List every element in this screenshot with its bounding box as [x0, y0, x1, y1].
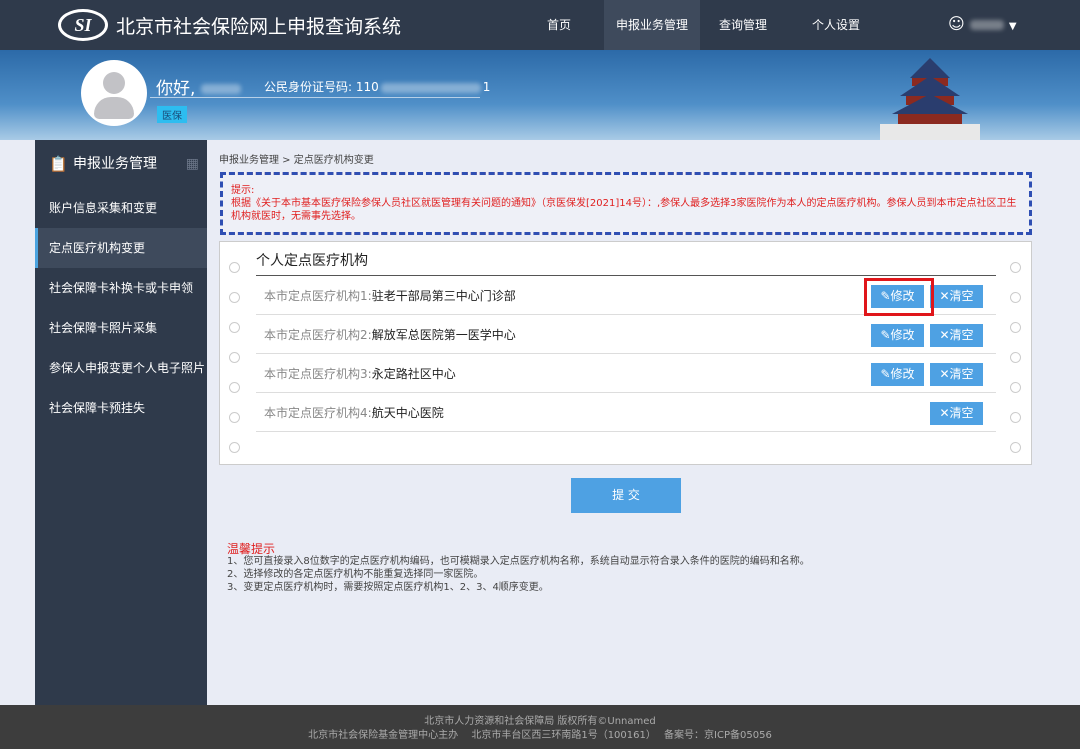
radio-deco [1010, 292, 1021, 303]
sidebar-title: 申报业务管理 [73, 156, 157, 172]
notice-text: 根据《关于本市基本医疗保险参保人员社区就医管理有关问题的通知》（京医保发[202… [231, 198, 1017, 222]
avatar [81, 60, 147, 126]
hospital-row: 本市定点医疗机构4:航天中心医院 ✕清空 [256, 394, 996, 432]
radio-deco [1010, 352, 1021, 363]
user-icon: ☺ [948, 14, 965, 33]
radio-deco [1010, 322, 1021, 333]
radio-deco [1010, 262, 1021, 273]
radio-deco [229, 262, 240, 273]
temple-of-heaven-image [880, 58, 980, 140]
tip-item: 3、变更定点医疗机构时，需要按照定点医疗机构1、2、3、4顺序变更。 [227, 582, 549, 593]
card-title: 个人定点医疗机构 [256, 253, 368, 269]
insurance-tag: 医保 [157, 106, 187, 123]
radio-deco [229, 412, 240, 423]
footer-info: 北京市社会保险基金管理中心主办 北京市丰台区西三环南路1号（100161） 备案… [308, 730, 772, 741]
row-label: 本市定点医疗机构1: [264, 289, 372, 303]
sidebar-item-card-replacement[interactable]: 社会保障卡补换卡或卡申领 [35, 268, 207, 308]
row-value: 解放军总医院第一医学中心 [371, 328, 516, 342]
edit-button[interactable]: ✎修改 [871, 363, 924, 386]
app-title: 北京市社会保险网上申报查询系统 [116, 16, 402, 38]
radio-deco [229, 352, 240, 363]
notice-box: 提示: 根据《关于本市基本医疗保险参保人员社区就医管理有关问题的通知》（京医保发… [220, 172, 1032, 235]
hospital-row: 本市定点医疗机构2:解放军总医院第一医学中心 ✎修改 ✕清空 [256, 316, 996, 354]
top-header: SI 北京市社会保险网上申报查询系统 首页 申报业务管理 查询管理 个人设置 ☺… [0, 0, 1080, 50]
tip-item: 1、您可直接录入8位数字的定点医疗机构编码，也可模糊录入定点医疗机构名称，系统自… [227, 556, 810, 567]
sidebar-item-electronic-photo[interactable]: 参保人申报变更个人电子照片 [35, 348, 207, 388]
si-logo: SI [58, 9, 108, 41]
radio-deco [1010, 442, 1021, 453]
footer-copyright: 北京市人力资源和社会保障局 版权所有©Unnamed [424, 716, 656, 727]
row-label: 本市定点医疗机构2: [264, 328, 372, 342]
username-blurred [969, 19, 1004, 30]
greeting: 你好, [156, 74, 241, 99]
row-value: 航天中心医院 [371, 406, 444, 420]
nav-declaration[interactable]: 申报业务管理 [604, 0, 700, 50]
footer: 北京市人力资源和社会保障局 版权所有©Unnamed 北京市社会保险基金管理中心… [0, 705, 1080, 749]
hospital-card: 个人定点医疗机构 本市定点医疗机构1:驻老干部局第三中心门诊部 ✎修改 ✕清空 … [219, 241, 1032, 465]
radio-deco [229, 292, 240, 303]
nav-home[interactable]: 首页 [530, 0, 588, 50]
hospital-row: 本市定点医疗机构3:永定路社区中心 ✎修改 ✕清空 [256, 355, 996, 393]
radio-deco [1010, 382, 1021, 393]
clear-button[interactable]: ✕清空 [930, 285, 983, 308]
sidebar-item-designated-hospital[interactable]: 定点医疗机构变更 [35, 228, 207, 268]
id-number: 公民身份证号码: 110 1 [264, 80, 491, 94]
sidebar-item-account-info[interactable]: 账户信息采集和变更 [35, 188, 207, 228]
edit-button[interactable]: ✎修改 [871, 324, 924, 347]
clear-button[interactable]: ✕清空 [930, 324, 983, 347]
tip-item: 2、选择修改的各定点医疗机构不能重复选择同一家医院。 [227, 569, 484, 580]
breadcrumb: 申报业务管理 > 定点医疗机构变更 [219, 155, 374, 166]
clear-button[interactable]: ✕清空 [930, 363, 983, 386]
sidebar-item-card-loss[interactable]: 社会保障卡预挂失 [35, 388, 207, 428]
highlight-box [864, 278, 934, 316]
nav-personal-settings[interactable]: 个人设置 [800, 0, 872, 50]
sidebar: 📋 申报业务管理 ▦ 账户信息采集和变更 定点医疗机构变更 社会保障卡补换卡或卡… [35, 140, 207, 705]
row-value: 永定路社区中心 [371, 367, 456, 381]
warm-tips-list: 1、您可直接录入8位数字的定点医疗机构编码，也可模糊录入定点医疗机构名称，系统自… [227, 555, 810, 594]
radio-deco [229, 382, 240, 393]
nav-query[interactable]: 查询管理 [710, 0, 776, 50]
row-value: 驻老干部局第三中心门诊部 [371, 289, 516, 303]
radio-deco [1010, 412, 1021, 423]
clear-button[interactable]: ✕清空 [930, 402, 983, 425]
clipboard-icon: 📋 [49, 155, 68, 173]
radio-deco [229, 322, 240, 333]
grid-icon[interactable]: ▦ [186, 140, 199, 188]
sidebar-item-card-photo[interactable]: 社会保障卡照片采集 [35, 308, 207, 348]
sidebar-header: 📋 申报业务管理 ▦ [35, 140, 207, 188]
user-menu[interactable]: ☺ ▼ [948, 14, 1017, 33]
caret-down-icon: ▼ [1008, 21, 1017, 32]
submit-button[interactable]: 提 交 [571, 478, 681, 513]
row-label: 本市定点医疗机构3: [264, 367, 372, 381]
row-label: 本市定点医疗机构4: [264, 406, 372, 420]
divider [256, 275, 996, 276]
divider [150, 97, 480, 98]
notice-title: 提示: [231, 185, 255, 196]
radio-deco [229, 442, 240, 453]
